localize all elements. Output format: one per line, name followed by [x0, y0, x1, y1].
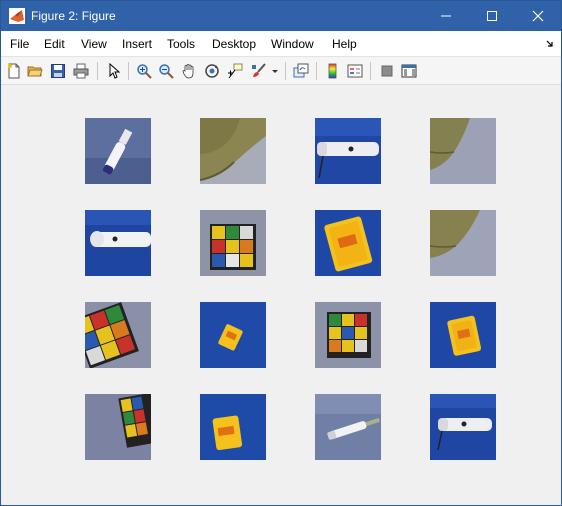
edit-plot-button[interactable]	[104, 61, 124, 81]
print-button[interactable]	[71, 61, 91, 81]
brush-dropdown[interactable]	[269, 61, 281, 81]
save-button[interactable]	[48, 61, 68, 81]
thumbnail-image	[200, 210, 266, 276]
thumbnail-image	[200, 118, 266, 184]
open-file-button[interactable]	[25, 61, 45, 81]
hide-plot-tools-button[interactable]	[377, 61, 397, 81]
figure-toolbar	[1, 57, 561, 85]
figure-canvas[interactable]	[1, 86, 561, 505]
save-icon	[51, 64, 65, 78]
brush-button[interactable]	[249, 61, 269, 81]
toolbar-separator	[128, 62, 129, 80]
legend-icon	[347, 64, 363, 78]
show-plot-tools-icon	[401, 64, 417, 78]
thumbnail-image	[430, 118, 496, 184]
thumbnail-image	[315, 394, 381, 460]
maximize-button[interactable]	[469, 1, 515, 31]
pan-button[interactable]	[179, 61, 199, 81]
minimize-button[interactable]	[423, 1, 469, 31]
zoom-out-icon	[159, 64, 174, 79]
menu-view[interactable]: View	[81, 37, 107, 51]
zoom-in-icon	[137, 64, 152, 79]
thumbnail-image	[85, 118, 151, 184]
title-bar[interactable]: Figure 2: Figure	[1, 1, 561, 31]
link-plot-button[interactable]	[291, 61, 311, 81]
menu-window[interactable]: Window	[271, 37, 314, 51]
close-button[interactable]	[515, 1, 561, 31]
dock-arrow-icon[interactable]	[545, 39, 555, 49]
legend-button[interactable]	[345, 61, 365, 81]
data-cursor-icon	[228, 63, 243, 79]
open-file-icon	[27, 66, 43, 77]
zoom-in-button[interactable]	[134, 61, 154, 81]
menu-tools[interactable]: Tools	[167, 37, 195, 51]
rotate-3d-icon	[205, 64, 219, 78]
thumbnail-image	[200, 302, 266, 368]
print-icon	[73, 63, 89, 79]
toolbar-separator	[316, 62, 317, 80]
pan-hand-icon	[182, 64, 194, 79]
link-plot-icon	[293, 63, 309, 78]
toolbar-separator	[97, 62, 98, 80]
brush-icon	[252, 63, 266, 77]
menu-help[interactable]: Help	[332, 37, 357, 51]
toolbar-separator	[370, 62, 371, 80]
thumbnail-image	[430, 394, 496, 460]
toolbar-separator	[285, 62, 286, 80]
thumbnail-image	[430, 210, 496, 276]
thumbnail-image	[85, 302, 151, 368]
hide-plot-tools-icon	[381, 65, 393, 77]
new-figure-icon	[8, 63, 20, 79]
minimize-icon	[441, 15, 451, 17]
brush-dropdown-icon	[272, 70, 278, 73]
menu-desktop[interactable]: Desktop	[212, 37, 256, 51]
thumbnail-image	[200, 394, 266, 460]
close-icon	[532, 10, 544, 22]
zoom-out-button[interactable]	[156, 61, 176, 81]
menu-insert[interactable]: Insert	[122, 37, 152, 51]
menu-bar: File Edit View Insert Tools Desktop Wind…	[1, 31, 561, 57]
new-figure-button[interactable]	[4, 61, 24, 81]
window-title: Figure 2: Figure	[31, 9, 116, 23]
colorbar-icon	[328, 63, 337, 79]
menu-file[interactable]: File	[10, 37, 29, 51]
maximize-icon	[487, 11, 497, 21]
show-plot-tools-button[interactable]	[399, 61, 419, 81]
colorbar-button[interactable]	[323, 61, 343, 81]
thumbnail-image	[85, 210, 151, 276]
data-cursor-button[interactable]	[225, 61, 245, 81]
menu-edit[interactable]: Edit	[44, 37, 65, 51]
thumbnail-image	[430, 302, 496, 368]
thumbnail-image	[315, 118, 381, 184]
figure-window: Figure 2: Figure File Edit View Insert T…	[0, 0, 562, 506]
rotate-3d-button[interactable]	[202, 61, 222, 81]
matlab-logo-icon	[9, 8, 25, 24]
thumbnail-image	[315, 210, 381, 276]
thumbnail-image	[315, 302, 381, 368]
edit-plot-arrow-icon	[109, 63, 121, 79]
thumbnail-image	[85, 394, 151, 460]
